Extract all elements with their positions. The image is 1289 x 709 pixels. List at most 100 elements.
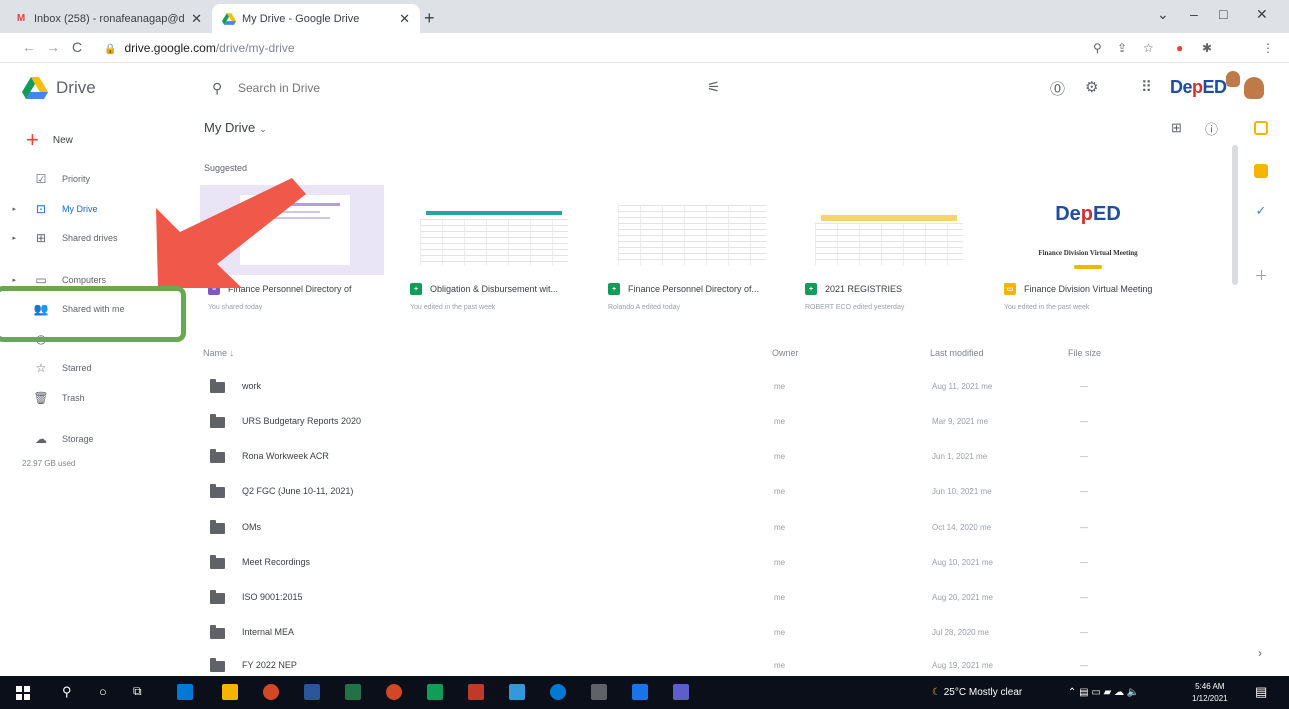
tab-search-icon[interactable]: ⌄ bbox=[1157, 6, 1169, 23]
tray-icons[interactable]: ⌃ ▤ ▭ ▰ ☁ 🔈 bbox=[1068, 687, 1139, 698]
suggested-file-card[interactable]: + Finance Personnel Directory of... Rola… bbox=[600, 185, 784, 321]
maximize-button[interactable]: □ bbox=[1219, 6, 1227, 22]
app-name[interactable]: Drive bbox=[56, 78, 96, 98]
help-icon[interactable]: ⓪ bbox=[1050, 78, 1065, 99]
page-title[interactable]: My Drive ⌄ bbox=[204, 120, 267, 135]
sidebar-item-starred[interactable]: ☆ Starred bbox=[0, 356, 92, 380]
suggested-file-card[interactable]: + 2021 REGISTRIES ROBERT ECO edited yest… bbox=[797, 185, 981, 321]
taskbar-app-icon[interactable] bbox=[632, 684, 648, 700]
cortana-icon[interactable]: ○ bbox=[99, 684, 107, 699]
expand-caret-icon[interactable]: ▸ bbox=[0, 234, 16, 242]
expand-caret-icon[interactable]: ▸ bbox=[0, 276, 16, 284]
table-row[interactable]: work me Aug 11, 2021 me — bbox=[200, 371, 1230, 406]
deped-logo[interactable]: DepED bbox=[1170, 77, 1227, 98]
tab-title: My Drive - Google Drive bbox=[242, 12, 360, 25]
extension-icon[interactable]: ● bbox=[1176, 41, 1183, 55]
chrome-icon[interactable] bbox=[263, 684, 279, 700]
table-row[interactable]: Internal MEA me Jul 28, 2020 me — bbox=[200, 617, 1230, 652]
shared-drives-icon: ⊞ bbox=[35, 231, 47, 245]
back-button[interactable]: ← bbox=[22, 39, 36, 55]
bookmark-star-icon[interactable]: ☆ bbox=[1143, 41, 1154, 55]
new-tab-button[interactable]: + bbox=[424, 8, 435, 29]
table-row[interactable]: FY 2022 NEP me Aug 19, 2021 me — bbox=[200, 650, 1230, 676]
suggested-file-card[interactable]: + Obligation & Disbursement wit... You e… bbox=[402, 185, 586, 321]
column-header-owner[interactable]: Owner bbox=[772, 348, 799, 358]
gmail-icon: M bbox=[16, 13, 26, 24]
table-row[interactable]: Rona Workweek ACR me Jun 1, 2021 me — bbox=[200, 441, 1230, 476]
forward-button[interactable]: → bbox=[46, 39, 60, 55]
column-header-file-size[interactable]: File size bbox=[1068, 348, 1101, 358]
teams-icon[interactable] bbox=[673, 684, 689, 700]
windows-start-icon[interactable] bbox=[16, 686, 30, 700]
notification-icon[interactable]: ▤ bbox=[1255, 684, 1267, 700]
file-thumbnail bbox=[200, 185, 384, 275]
zoom-icon[interactable]: ⚲ bbox=[1093, 41, 1102, 55]
sidebar-item-my-drive[interactable]: ▸ ⊡ My Drive bbox=[0, 197, 97, 221]
account-avatar[interactable] bbox=[1244, 77, 1264, 99]
table-row[interactable]: ISO 9001:2015 me Aug 20, 2021 me — bbox=[200, 582, 1230, 617]
apps-grid-icon[interactable]: ⠿ bbox=[1141, 78, 1152, 96]
minimize-button[interactable]: – bbox=[1190, 6, 1198, 22]
folder-icon bbox=[210, 625, 225, 639]
add-addon-icon[interactable] bbox=[1254, 268, 1268, 282]
taskbar-app-icon[interactable] bbox=[177, 684, 193, 700]
suggested-file-card[interactable]: ≡ Finance Personnel Directory of You sha… bbox=[200, 185, 384, 321]
powerpoint-icon[interactable] bbox=[386, 684, 402, 700]
folder-icon bbox=[210, 555, 225, 569]
word-icon[interactable] bbox=[304, 684, 320, 700]
reload-button[interactable]: C bbox=[72, 39, 82, 55]
close-tab-icon[interactable]: ✕ bbox=[399, 11, 410, 27]
computer-icon: ▭ bbox=[35, 273, 47, 287]
scrollbar[interactable] bbox=[1232, 145, 1238, 285]
expand-caret-icon[interactable]: ▸ bbox=[0, 205, 16, 213]
tab-gmail-inbox[interactable]: M Inbox (258) - ronafeanagap@d ✕ bbox=[4, 4, 212, 33]
close-window-button[interactable]: ✕ bbox=[1256, 6, 1268, 23]
taskbar-app-icon[interactable] bbox=[468, 684, 484, 700]
browser-menu-icon[interactable]: ⋮ bbox=[1262, 41, 1274, 55]
sidebar-item-shared-drives[interactable]: ▸ ⊞ Shared drives bbox=[0, 226, 117, 250]
weather-widget[interactable]: ☾ 25°C Mostly clear bbox=[932, 687, 1022, 698]
grid-view-icon[interactable]: ⊞ bbox=[1171, 120, 1182, 136]
drive-logo-icon[interactable] bbox=[22, 77, 48, 99]
search-icon[interactable]: ⚲ bbox=[62, 684, 72, 700]
excel-icon[interactable] bbox=[345, 684, 361, 700]
search-icon[interactable]: ⚲ bbox=[212, 80, 222, 97]
browser-tab-strip: M Inbox (258) - ronafeanagap@d ✕ My Driv… bbox=[0, 0, 1289, 33]
tasks-icon[interactable]: ✓ bbox=[1254, 204, 1268, 218]
table-row[interactable]: OMs me Oct 14, 2020 me — bbox=[200, 512, 1230, 547]
url-field[interactable]: 🔒 drive.google.com/drive/my-drive bbox=[104, 41, 295, 55]
tab-my-drive[interactable]: My Drive - Google Drive ✕ bbox=[212, 4, 420, 33]
task-view-icon[interactable]: ⧉ bbox=[133, 684, 142, 699]
cloud-icon: ☁ bbox=[35, 432, 47, 446]
calendar-icon[interactable] bbox=[1254, 164, 1268, 178]
taskbar-app-icon[interactable] bbox=[427, 684, 443, 700]
sidebar-item-storage[interactable]: ☁ Storage bbox=[0, 427, 94, 451]
column-header-last-modified[interactable]: Last modified bbox=[930, 348, 984, 358]
calculator-icon[interactable] bbox=[591, 684, 607, 700]
table-row[interactable]: Meet Recordings me Aug 10, 2021 me — bbox=[200, 547, 1230, 582]
file-explorer-icon[interactable] bbox=[222, 684, 238, 700]
expand-panel-icon[interactable]: › bbox=[1258, 646, 1262, 660]
lock-icon: 🔒 bbox=[104, 44, 117, 55]
share-icon[interactable]: ⇪ bbox=[1117, 41, 1127, 55]
search-options-icon[interactable]: ⚟ bbox=[707, 78, 720, 96]
close-tab-icon[interactable]: ✕ bbox=[191, 11, 202, 27]
gear-icon[interactable]: ⚙ bbox=[1085, 78, 1098, 96]
system-clock[interactable]: 5:46 AM 1/12/2021 bbox=[1192, 681, 1228, 705]
sidebar-item-trash[interactable]: 🗑 Trash bbox=[0, 386, 84, 410]
taskbar-app-icon[interactable] bbox=[509, 684, 525, 700]
sidebar-item-priority[interactable]: ☑ Priority bbox=[0, 167, 90, 191]
suggested-file-card[interactable]: DepED Finance Division Virtual Meeting ▭… bbox=[996, 185, 1180, 321]
tab-title: Inbox (258) - ronafeanagap@d bbox=[34, 12, 185, 25]
url-host: drive.google.com bbox=[124, 41, 216, 55]
table-row[interactable]: Q2 FGC (June 10-11, 2021) me Jun 10, 202… bbox=[200, 476, 1230, 511]
table-row[interactable]: URS Budgetary Reports 2020 me Mar 9, 202… bbox=[200, 406, 1230, 441]
search-input[interactable] bbox=[238, 76, 658, 100]
info-icon[interactable]: ⓘ bbox=[1205, 119, 1218, 138]
keep-icon[interactable] bbox=[1254, 121, 1268, 135]
sheets-file-icon: + bbox=[410, 283, 422, 295]
new-button[interactable]: + New bbox=[26, 129, 73, 151]
column-header-name[interactable]: Name ↓ bbox=[203, 348, 234, 358]
extensions-puzzle-icon[interactable]: ✱ bbox=[1202, 41, 1212, 55]
edge-icon[interactable] bbox=[550, 684, 566, 700]
